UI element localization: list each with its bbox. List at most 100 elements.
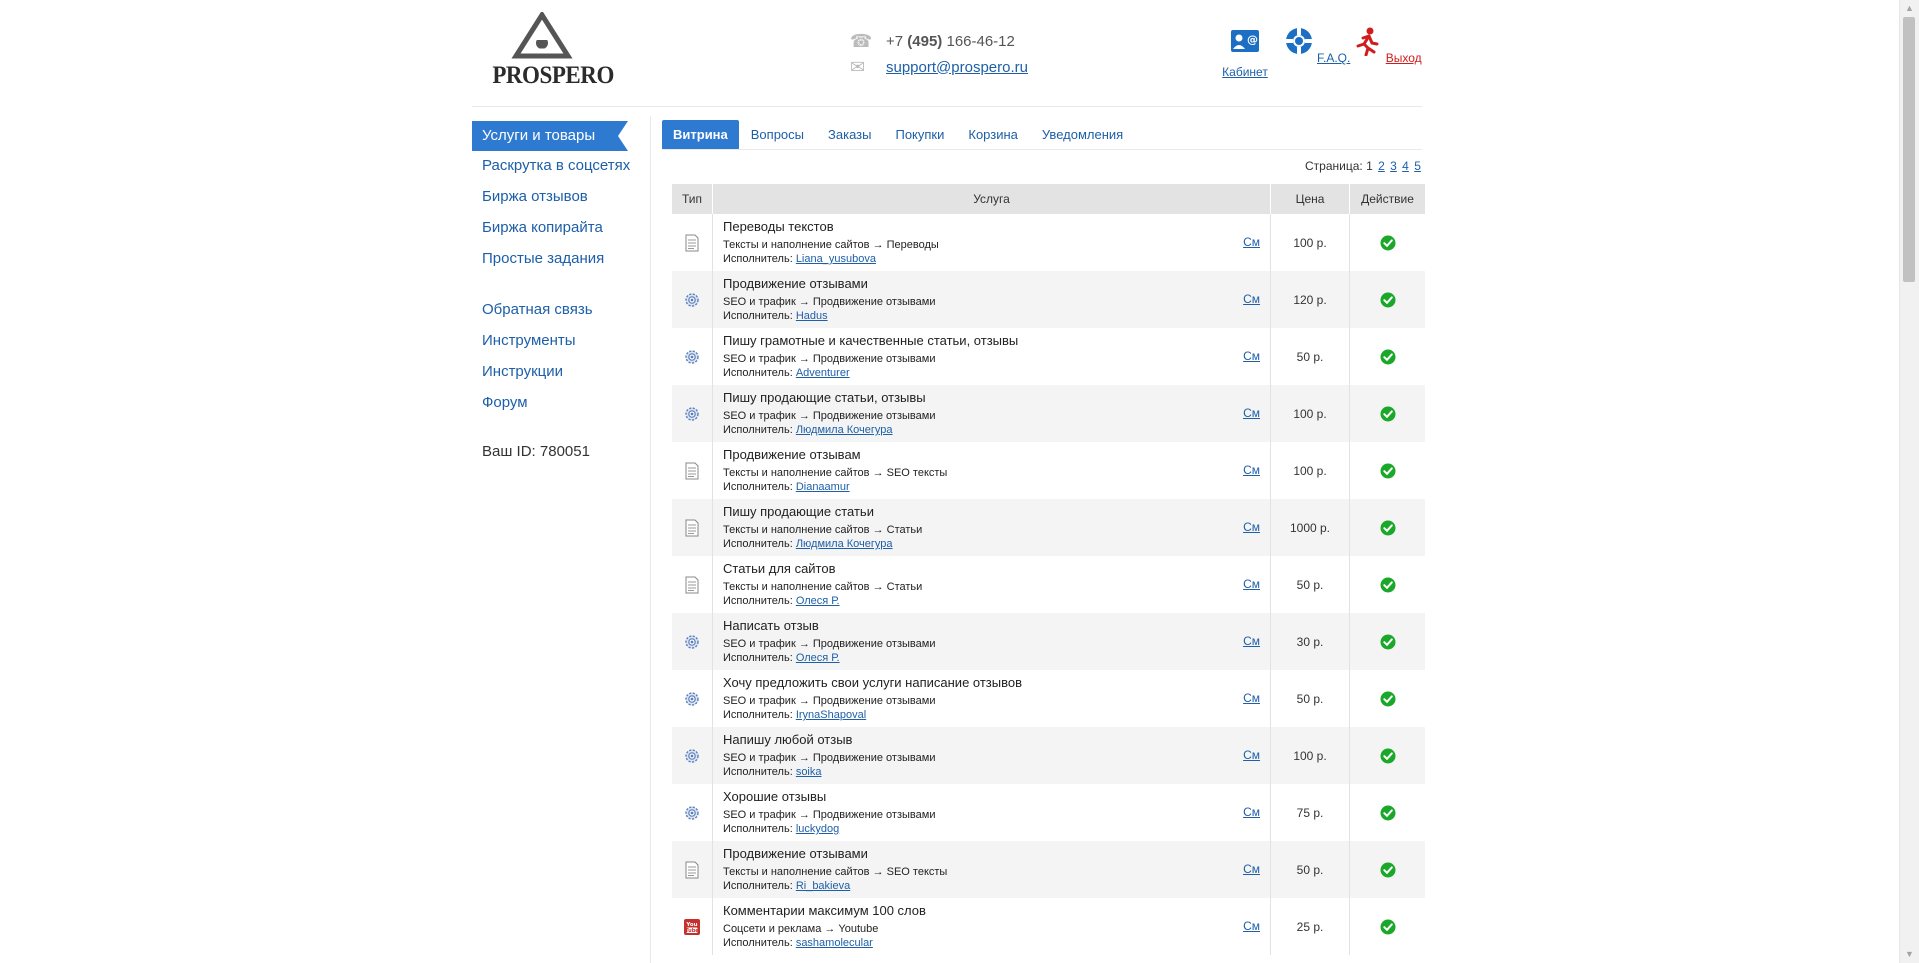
see-link[interactable]: См [1243, 748, 1260, 762]
see-link[interactable]: См [1243, 406, 1260, 420]
sidebar-item-social[interactable]: Раскрутка в соцсетях [482, 157, 630, 174]
executor-link[interactable]: Людмила Кочегура [796, 424, 893, 436]
executor-link[interactable]: Dianaamur [796, 481, 850, 493]
service-category: SEO и трафик → Продвижение отзывами [723, 752, 936, 764]
services-table: Тип Услуга Цена Действие Переводы тексто… [672, 184, 1425, 955]
sidebar-item-instructions[interactable]: Инструкции [482, 363, 563, 380]
table-header-row: Тип Услуга Цена Действие [672, 184, 1425, 214]
support-email-link[interactable]: support@prospero.ru [886, 59, 1028, 76]
service-cell: Продвижение отзывами SEO и трафик → Продв… [712, 271, 1271, 328]
see-link[interactable]: См [1243, 577, 1260, 591]
add-check-icon[interactable] [1350, 862, 1425, 878]
sidebar-item-tasks[interactable]: Простые задания [482, 250, 604, 267]
executor-link[interactable]: sashamolecular [796, 937, 873, 949]
pager-link[interactable]: 3 [1390, 159, 1397, 173]
pager-link[interactable]: 5 [1414, 159, 1421, 173]
executor-link[interactable]: Олеся Р. [796, 652, 840, 664]
scroll-up-icon[interactable]: ▲ [1900, 0, 1919, 17]
service-title: Пишу продающие статьи [723, 504, 874, 519]
action-cell [1350, 898, 1426, 955]
sidebar-item-tools[interactable]: Инструменты [482, 332, 576, 349]
service-title: Статьи для сайтов [723, 561, 836, 576]
add-check-icon[interactable] [1350, 919, 1425, 935]
tab-questions[interactable]: Вопросы [739, 120, 816, 150]
service-cell: Написать отзыв SEO и трафик → Продвижение… [712, 613, 1271, 670]
tab-orders[interactable]: Заказы [816, 120, 883, 150]
user-id: Ваш ID: 780051 [482, 443, 590, 460]
tab-showcase[interactable]: Витрина [662, 120, 739, 150]
svg-text:Tube: Tube [685, 928, 699, 934]
exit-label[interactable]: Выход [1386, 51, 1422, 65]
tab-purchases[interactable]: Покупки [883, 120, 956, 150]
tab-cart[interactable]: Корзина [956, 120, 1030, 150]
service-category: Соцсети и реклама → Youtube [723, 923, 879, 935]
see-link[interactable]: См [1243, 919, 1260, 933]
price-cell: 50 р. [1270, 328, 1350, 385]
executor-link[interactable]: IrynaShapoval [796, 709, 866, 721]
executor-link[interactable]: soika [796, 766, 822, 778]
logo[interactable]: PROSPERO [488, 10, 614, 90]
pager: Страница: 1 2 3 4 5 [1305, 159, 1421, 173]
see-link[interactable]: См [1243, 292, 1260, 306]
pager-link[interactable]: 2 [1378, 159, 1385, 173]
executor-link[interactable]: Liana_yusubova [796, 253, 876, 265]
sidebar-item-reviews[interactable]: Биржа отзывов [482, 188, 588, 205]
see-link[interactable]: См [1243, 805, 1260, 819]
sidebar-item-forum[interactable]: Форум [482, 394, 528, 411]
sidebar-item-services[interactable]: Услуги и товары [472, 121, 628, 151]
table-row: Пишу грамотные и качественные статьи, от… [672, 328, 1425, 385]
exit-button[interactable]: Выход [1352, 26, 1422, 65]
executor-label: Исполнитель: [723, 595, 793, 607]
scroll-thumb[interactable] [1903, 17, 1915, 282]
see-link[interactable]: См [1243, 691, 1260, 705]
add-check-icon[interactable] [1350, 634, 1425, 650]
add-check-icon[interactable] [1350, 805, 1425, 821]
see-link[interactable]: См [1243, 862, 1260, 876]
sidebar-divider [650, 116, 651, 963]
add-check-icon[interactable] [1350, 691, 1425, 707]
cabinet-button[interactable]: @ Кабинет [1210, 26, 1280, 79]
add-check-icon[interactable] [1350, 406, 1425, 422]
add-check-icon[interactable] [1350, 748, 1425, 764]
add-check-icon[interactable] [1350, 349, 1425, 365]
see-link[interactable]: См [1243, 520, 1260, 534]
header-type: Тип [672, 184, 713, 214]
see-link[interactable]: См [1243, 634, 1260, 648]
pager-link[interactable]: 4 [1402, 159, 1409, 173]
executor-link[interactable]: Hadus [796, 310, 828, 322]
service-title: Напишу любой отзыв [723, 732, 853, 747]
sidebar-item-feedback[interactable]: Обратная связь [482, 301, 593, 318]
executor-link[interactable]: Ri_bakieva [796, 880, 850, 892]
see-link[interactable]: См [1243, 463, 1260, 477]
see-link[interactable]: См [1243, 349, 1260, 363]
scroll-down-icon[interactable]: ▼ [1900, 946, 1919, 963]
action-cell [1350, 442, 1426, 499]
executor-label: Исполнитель: [723, 424, 793, 436]
executor-link[interactable]: Людмила Кочегура [796, 538, 893, 550]
phone-icon: ☎ [850, 31, 873, 51]
action-cell [1350, 670, 1426, 727]
sidebar-item-copywriting[interactable]: Биржа копирайта [482, 219, 603, 236]
scrollbar[interactable]: ▲ ▼ [1899, 0, 1919, 963]
executor-link[interactable]: luckydog [796, 823, 839, 835]
tab-notifications[interactable]: Уведомления [1030, 120, 1135, 150]
header-action: Действие [1349, 184, 1425, 214]
tabs-divider [662, 149, 1422, 150]
add-check-icon[interactable] [1350, 235, 1425, 251]
see-link[interactable]: См [1243, 235, 1260, 249]
executor-link[interactable]: Adventurer [796, 367, 850, 379]
add-check-icon[interactable] [1350, 577, 1425, 593]
service-title: Пишу грамотные и качественные статьи, от… [723, 333, 1019, 348]
executor-label: Исполнитель: [723, 481, 793, 493]
executor-link[interactable]: Олеся Р. [796, 595, 840, 607]
faq-button[interactable]: F.A.Q. [1282, 26, 1352, 65]
add-check-icon[interactable] [1350, 463, 1425, 479]
cabinet-label[interactable]: Кабинет [1222, 65, 1268, 79]
faq-label[interactable]: F.A.Q. [1317, 51, 1350, 65]
service-cell: Напишу любой отзыв SEO и трафик → Продвиж… [712, 727, 1271, 784]
add-check-icon[interactable] [1350, 292, 1425, 308]
service-category: SEO и трафик → Продвижение отзывами [723, 638, 936, 650]
add-check-icon[interactable] [1350, 520, 1425, 536]
service-cell: Хочу предложить свои услуги написание от… [712, 670, 1271, 727]
service-cell: Комментарии максимум 100 слов Соцсети и р… [712, 898, 1271, 955]
